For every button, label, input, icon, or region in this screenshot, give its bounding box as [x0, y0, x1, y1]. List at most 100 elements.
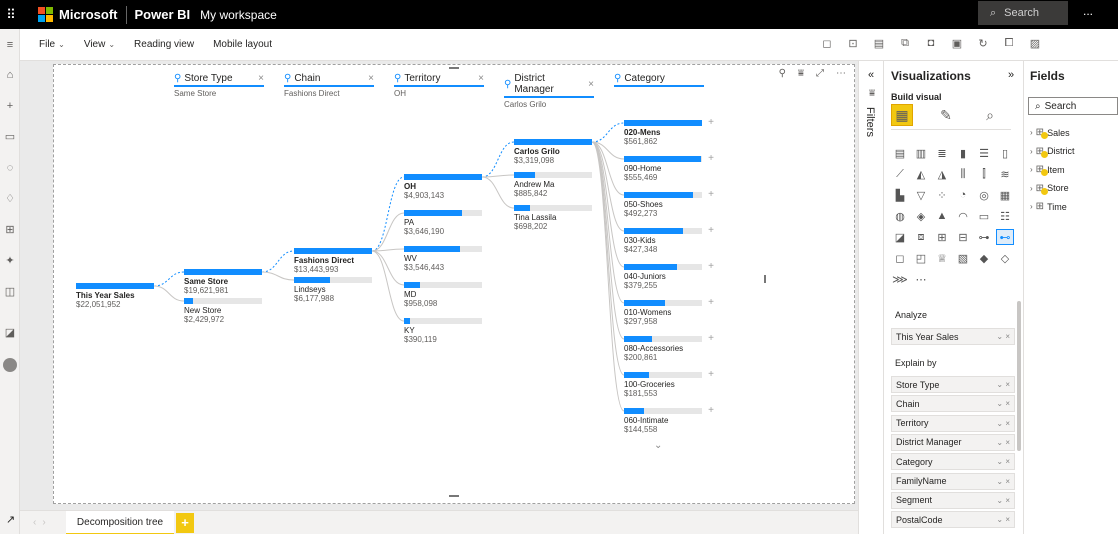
level-title[interactable]: ⚲ Territory × — [394, 73, 484, 87]
analytics-icon[interactable]: ⌕ — [979, 104, 1001, 126]
multi-row-card-icon[interactable]: ☷ — [996, 208, 1014, 224]
my-workspace-icon[interactable]: ◪ — [4, 327, 16, 339]
kpi-icon[interactable]: ◪ — [891, 229, 909, 245]
collapse-icon[interactable]: « — [868, 69, 874, 81]
tab-decomposition-tree[interactable]: Decomposition tree — [66, 511, 174, 534]
donut-chart-icon[interactable]: ◎ — [975, 187, 993, 203]
slicer-icon[interactable]: ⧈ — [912, 229, 930, 245]
field-options-icon[interactable]: ⌄ × — [996, 515, 1010, 524]
tree-node[interactable]: +050-Shoes $492,273 — [624, 189, 714, 218]
analyze-field-well[interactable]: This Year Sales ⌄ × — [891, 328, 1015, 345]
goals-icon[interactable]: ♢ — [4, 193, 16, 205]
chevron-right-icon[interactable]: › — [1030, 184, 1033, 193]
search-input[interactable]: ⌕ Search — [978, 1, 1068, 25]
explain-field-well[interactable]: District Manager ⌄ × — [891, 433, 1015, 451]
tree-node[interactable]: WV $3,546,443 — [404, 246, 482, 272]
tree-node[interactable]: +020-Mens $561,862 — [624, 117, 714, 146]
build-visual-icon[interactable]: ▦ — [891, 104, 913, 126]
paginated-report-icon[interactable]: ▧ — [954, 250, 972, 266]
expand-node-icon[interactable]: + — [708, 333, 714, 344]
chevron-right-icon[interactable]: › — [1030, 128, 1033, 137]
field-options-icon[interactable]: ⌄ × — [996, 477, 1010, 486]
browse-icon[interactable]: ▭ — [4, 131, 16, 143]
comment-icon[interactable]: ◻ — [820, 37, 834, 50]
narrative-icon[interactable]: ◰ — [912, 250, 930, 266]
apps-icon[interactable]: ⊞ — [4, 224, 16, 236]
avatar[interactable] — [3, 358, 17, 372]
page-nav-arrows-icon[interactable]: ‹› — [33, 517, 52, 528]
tree-node[interactable]: Tina Lassila $698,202 — [514, 205, 592, 231]
get-more-visuals-icon[interactable]: ⋯ — [912, 271, 930, 287]
explain-field-well[interactable]: Category ⌄ × — [891, 453, 1015, 471]
pie-chart-icon[interactable]: ◔ — [954, 187, 972, 203]
table-icon[interactable]: ▤ — [872, 37, 886, 50]
remove-level-icon[interactable]: × — [258, 73, 264, 84]
line-stacked-column-icon[interactable]: ⫿ — [975, 166, 993, 182]
field-options-icon[interactable]: ⌄ × — [996, 438, 1010, 447]
clustered-column-chart-icon[interactable]: ▮ — [954, 145, 972, 161]
explain-field-well[interactable]: Segment ⌄ × — [891, 491, 1015, 509]
save-icon[interactable]: ▨ — [1028, 37, 1042, 50]
card-icon[interactable]: ▭ — [975, 208, 993, 224]
decomposition-tree-visual[interactable]: ⚲ ⩸ ⤢ ⋯ ⚲ Store Type × Same Store ⚲ Chain × Fas… — [53, 64, 855, 504]
stacked-column-chart-icon[interactable]: ▥ — [912, 145, 930, 161]
resize-handle-bottom[interactable] — [449, 495, 459, 497]
decomposition-tree-icon[interactable]: ⊷ — [996, 229, 1014, 245]
tree-node[interactable]: MD $958,098 — [404, 282, 482, 308]
power-automate-icon[interactable]: ◇ — [996, 250, 1014, 266]
field-table-time[interactable]: › ⊞ Time — [1030, 201, 1067, 212]
expand-node-icon[interactable]: + — [708, 297, 714, 308]
table-visual-icon[interactable]: ⊞ — [933, 229, 951, 245]
chat-icon[interactable]: ◘ — [924, 37, 938, 50]
field-options-icon[interactable]: ⌄ × — [996, 380, 1010, 389]
workspaces-icon[interactable]: ◫ — [4, 286, 16, 298]
learn-icon[interactable]: ✦ — [4, 255, 16, 267]
level-title[interactable]: ⚲ District Manager × — [504, 73, 594, 98]
level-title[interactable]: ⚲ Chain × — [284, 73, 374, 87]
more-visuals-icon[interactable]: ⋙ — [891, 271, 909, 287]
tree-node[interactable]: This Year Sales $22,051,952 — [76, 283, 154, 309]
hamburger-icon[interactable]: ≡ — [4, 39, 16, 51]
tree-node[interactable]: Same Store $19,621,981 — [184, 269, 262, 295]
resize-handle-right[interactable] — [764, 275, 766, 283]
goals-visual-icon[interactable]: ♕ — [933, 250, 951, 266]
collapse-visualizations-icon[interactable]: » — [1008, 69, 1014, 81]
tree-node[interactable]: +080-Accessories $200,861 — [624, 333, 714, 362]
tree-node[interactable]: +090-Home $555,469 — [624, 153, 714, 182]
explain-field-well[interactable]: FamilyName ⌄ × — [891, 472, 1015, 490]
field-options-icon[interactable]: ⌄ × — [996, 419, 1010, 428]
field-table-item[interactable]: › ⊞ Item — [1030, 164, 1065, 176]
expand-node-icon[interactable]: + — [708, 369, 714, 380]
shapes-icon[interactable]: ⧉ — [898, 37, 912, 50]
field-options-icon[interactable]: ⌄ × — [996, 457, 1010, 466]
remove-level-icon[interactable]: × — [478, 73, 484, 84]
qa-icon[interactable]: ◻ — [891, 250, 909, 266]
expand-node-icon[interactable]: + — [708, 117, 714, 128]
tree-node[interactable]: KY $390,119 — [404, 318, 482, 344]
field-options-icon[interactable]: ⌄ × — [996, 399, 1010, 408]
waffle-icon[interactable]: ⠿ — [0, 0, 22, 29]
waterfall-chart-icon[interactable]: ▙ — [891, 187, 909, 203]
level-header-district-manager[interactable]: ⚲ District Manager × Carlos Grilo — [504, 73, 594, 109]
expand-node-icon[interactable]: + — [708, 405, 714, 416]
funnel-chart-icon[interactable]: ▽ — [912, 187, 930, 203]
tree-node[interactable]: OH $4,903,143 — [404, 174, 482, 200]
explain-field-well[interactable]: Store Type ⌄ × — [891, 376, 1015, 393]
field-table-store[interactable]: › ⊞ Store — [1030, 183, 1069, 195]
expand-node-icon[interactable]: + — [708, 261, 714, 272]
level-header-territory[interactable]: ⚲ Territory × OH — [394, 73, 484, 98]
create-icon[interactable]: + — [4, 100, 16, 112]
menu-file[interactable]: File ⌄ — [39, 39, 65, 50]
level-header-category[interactable]: ⚲ Category — [614, 73, 704, 95]
remove-level-icon[interactable]: × — [368, 73, 374, 84]
stacked-bar-chart-icon[interactable]: ▤ — [891, 145, 909, 161]
tree-node[interactable]: +040-Juniors $379,255 — [624, 261, 714, 290]
pane-scrollbar[interactable] — [1017, 301, 1021, 451]
filters-pane-collapsed[interactable]: « ⩸ Filters — [858, 61, 884, 534]
field-options-icon[interactable]: ⌄ × — [996, 332, 1010, 341]
scatter-chart-icon[interactable]: ⁘ — [933, 187, 951, 203]
embed-icon[interactable]: ▣ — [950, 37, 964, 50]
tree-node[interactable]: Fashions Direct $13,443,993 — [294, 248, 372, 274]
key-influencers-icon[interactable]: ⊶ — [975, 229, 993, 245]
azure-map-icon[interactable]: ▲ — [933, 208, 951, 224]
